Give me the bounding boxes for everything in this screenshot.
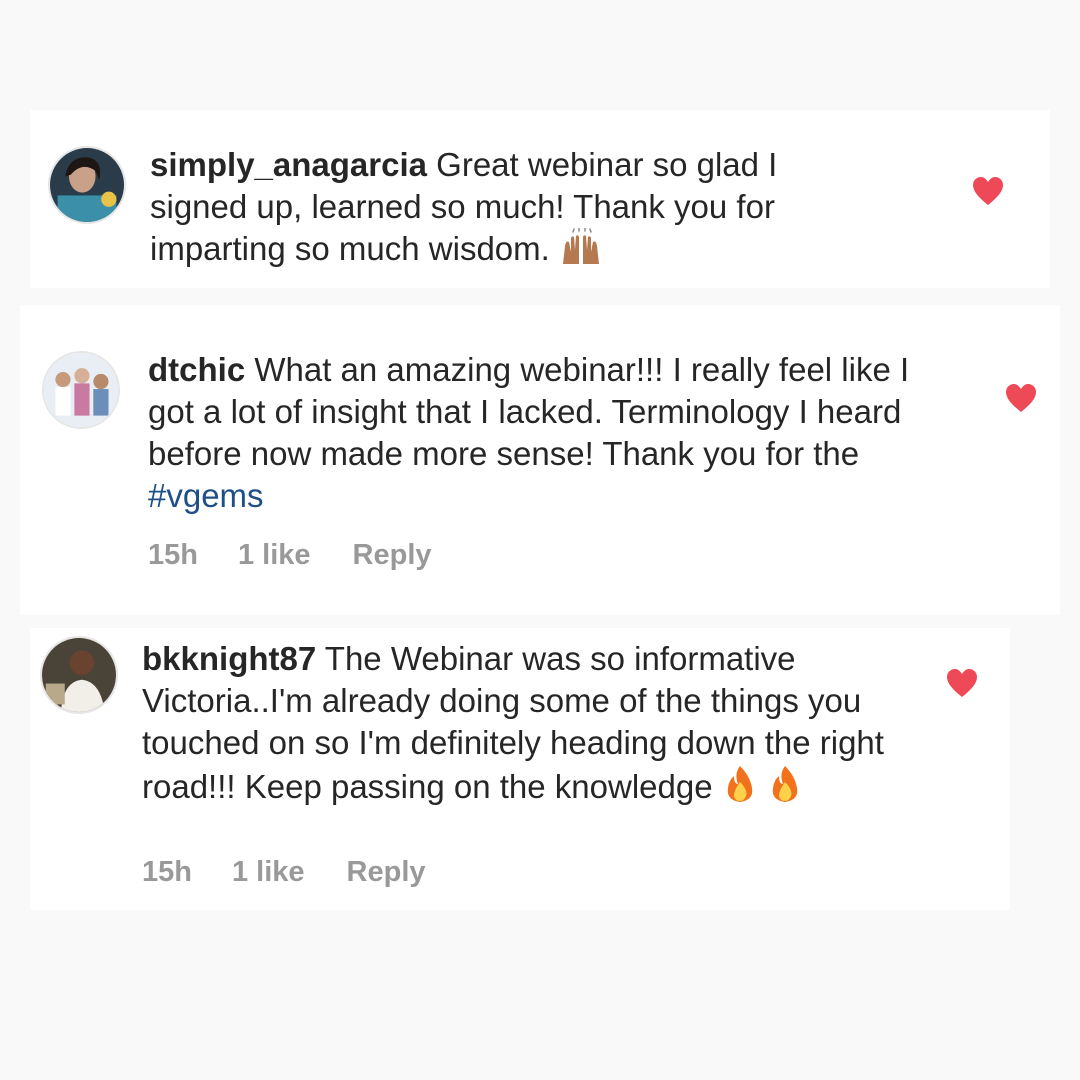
comment-body: simply_anagarcia Great webinar so glad I… — [150, 144, 870, 276]
like-heart-button[interactable] — [972, 176, 1004, 206]
comment-username[interactable]: bkknight87 — [142, 640, 316, 677]
comment-username[interactable]: dtchic — [148, 351, 245, 388]
comment-meta: 15h 1 like Reply — [148, 539, 432, 572]
like-heart-button[interactable] — [946, 668, 978, 698]
avatar-photo — [50, 148, 124, 222]
comment-timestamp: 15h — [142, 856, 192, 888]
heart-icon — [973, 177, 1003, 205]
comment-card: bkknight87 The Webinar was so informativ… — [30, 628, 1010, 910]
avatar[interactable] — [42, 351, 120, 429]
heart-icon — [1006, 384, 1036, 412]
comment-body: bkknight87 The Webinar was so informativ… — [142, 638, 902, 814]
fire-icon — [722, 764, 758, 814]
comment-card: simply_anagarcia Great webinar so glad I… — [30, 110, 1050, 288]
avatar-photo — [42, 638, 116, 712]
comment-card: dtchic What an amazing webinar!!! I real… — [20, 305, 1060, 615]
avatar[interactable] — [48, 146, 126, 224]
comment-like-count[interactable]: 1 like — [232, 856, 305, 889]
reply-button[interactable]: Reply — [353, 539, 432, 572]
avatar-photo — [44, 353, 118, 427]
comment-body: dtchic What an amazing webinar!!! I real… — [148, 349, 948, 517]
like-heart-button[interactable] — [1005, 383, 1037, 413]
comment-like-count[interactable]: 1 like — [238, 539, 311, 572]
heart-icon — [947, 669, 977, 697]
fire-icon — [767, 764, 803, 814]
reply-button[interactable]: Reply — [347, 856, 426, 889]
comment-timestamp: 15h — [148, 539, 198, 571]
comment-message: What an amazing webinar!!! I really feel… — [148, 351, 910, 472]
comment-meta: 15h 1 like Reply — [142, 856, 426, 889]
hashtag-link[interactable]: #vgems — [148, 477, 264, 514]
raising-hands-icon — [559, 227, 603, 276]
avatar[interactable] — [40, 636, 118, 714]
comment-username[interactable]: simply_anagarcia — [150, 146, 427, 183]
